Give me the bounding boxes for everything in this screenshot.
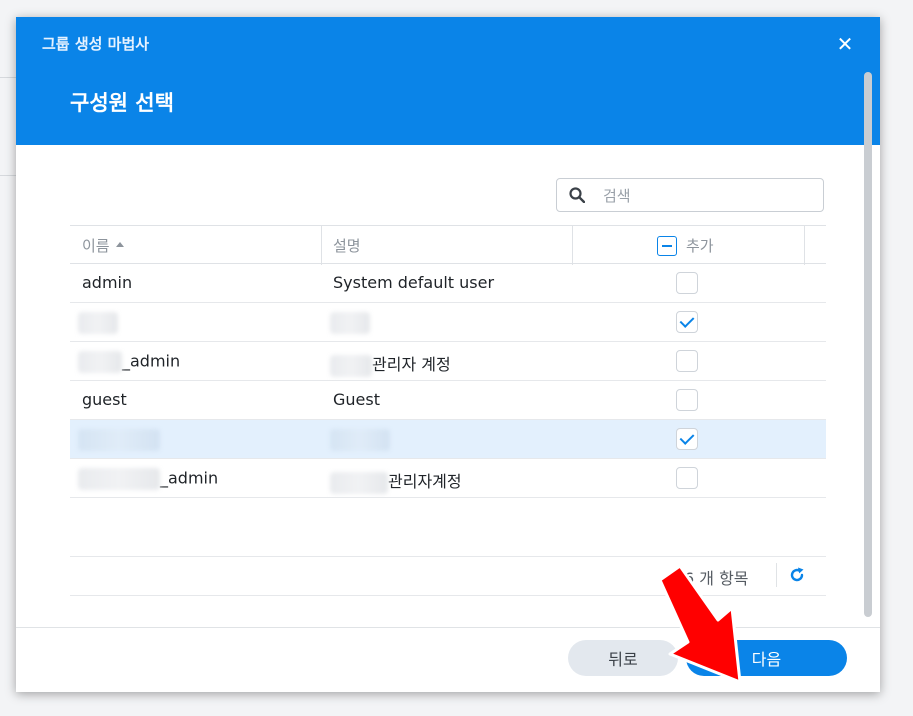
add-member-checkbox[interactable]: [676, 428, 698, 450]
row-description: 관리자계정: [330, 468, 462, 494]
row-description: System default user: [333, 273, 495, 292]
column-divider[interactable]: [572, 226, 573, 265]
table-row[interactable]: [70, 303, 826, 342]
column-header-add: 추가: [686, 237, 714, 255]
table-row[interactable]: [70, 420, 826, 459]
table-header: 이름 설명 추가: [70, 225, 826, 265]
dialog-header: 그룹 생성 마법사 ✕ 구성원 선택: [16, 17, 880, 145]
column-divider[interactable]: [804, 226, 805, 265]
redacted-name: [78, 312, 118, 334]
row-description: Guest: [333, 390, 380, 409]
row-name: [78, 312, 118, 334]
redacted-description: [330, 429, 390, 451]
row-name: guest: [82, 390, 127, 409]
background-divider: [0, 175, 16, 176]
sort-ascending-icon: [115, 242, 124, 247]
column-divider[interactable]: [321, 226, 322, 265]
row-description: [330, 429, 390, 451]
redacted-name: [78, 468, 160, 490]
select-all-checkbox[interactable]: [657, 236, 677, 256]
search-field[interactable]: [556, 178, 824, 212]
redacted-description: [330, 354, 372, 377]
add-member-checkbox[interactable]: [676, 467, 698, 489]
redacted-description: [330, 471, 388, 494]
group-creation-wizard-dialog: 그룹 생성 마법사 ✕ 구성원 선택 이름 설명 추가 admin System…: [16, 17, 880, 692]
table-bottom-divider: [70, 556, 826, 557]
search-input[interactable]: [601, 185, 805, 207]
column-header-name-label: 이름: [82, 237, 110, 255]
search-icon: [569, 187, 585, 203]
table-row[interactable]: _admin 관리자 계정: [70, 342, 826, 381]
wizard-title: 그룹 생성 마법사: [42, 35, 150, 53]
add-member-checkbox[interactable]: [676, 350, 698, 372]
background-divider: [0, 77, 16, 78]
add-member-checkbox[interactable]: [676, 311, 698, 333]
pager-divider: [776, 563, 777, 587]
row-name: _admin: [78, 468, 218, 490]
table-row[interactable]: guest Guest: [70, 381, 826, 420]
table-row[interactable]: admin System default user: [70, 264, 826, 303]
dialog-scrollbar[interactable]: [864, 72, 872, 617]
row-name: _admin: [78, 351, 180, 373]
add-member-checkbox[interactable]: [676, 272, 698, 294]
redacted-name: [78, 351, 122, 373]
column-header-description[interactable]: 설명: [333, 235, 361, 256]
annotation-arrow-icon: [658, 564, 742, 684]
step-title: 구성원 선택: [70, 91, 174, 115]
close-button[interactable]: ✕: [832, 31, 858, 57]
row-description: 관리자 계정: [330, 351, 451, 377]
row-name: [78, 429, 160, 451]
add-member-checkbox[interactable]: [676, 389, 698, 411]
column-header-name[interactable]: 이름: [82, 235, 124, 256]
row-description: [330, 312, 370, 334]
row-name: admin: [82, 273, 133, 292]
redacted-description: [330, 312, 370, 334]
redacted-name: [78, 429, 160, 451]
refresh-icon[interactable]: [788, 566, 806, 584]
close-icon: ✕: [836, 32, 854, 56]
table-row[interactable]: _admin 관리자계정: [70, 459, 826, 498]
